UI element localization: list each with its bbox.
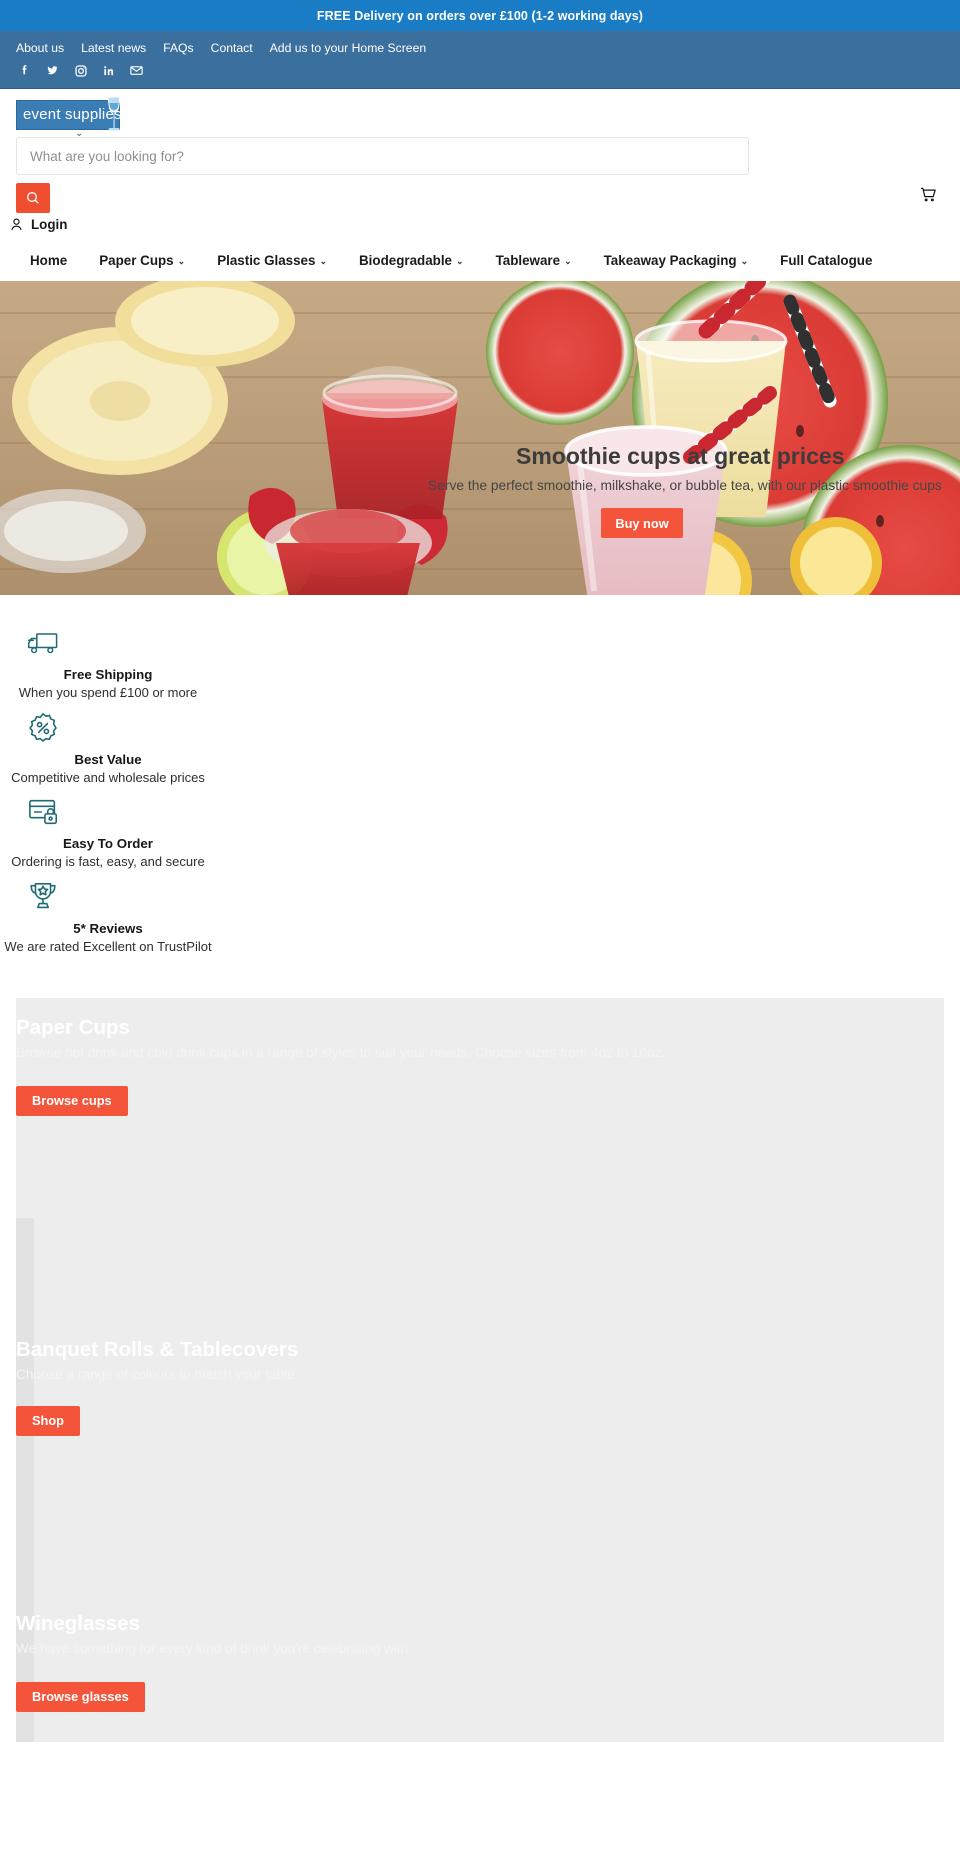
category-browse-glasses-button[interactable]: Browse glasses xyxy=(16,1681,145,1712)
feature-description: Competitive and wholesale prices xyxy=(11,769,205,785)
category-shop-button[interactable]: Shop xyxy=(16,1405,80,1436)
nav-label: Tableware xyxy=(495,253,561,268)
nav-item-full-catalogue[interactable]: Full Catalogue xyxy=(764,253,888,268)
instagram-icon[interactable] xyxy=(72,62,89,79)
utility-link-contact[interactable]: Contact xyxy=(211,41,253,55)
linkedin-icon[interactable] xyxy=(100,62,117,79)
nav-item-home[interactable]: Home xyxy=(14,253,83,268)
category-description: Browse hot drink and cold drink cups in … xyxy=(16,1044,666,1060)
chevron-down-icon: ⌄ xyxy=(564,256,572,266)
category-banquet-rolls[interactable]: Banquet Rolls & Tablecovers Choose a ran… xyxy=(16,1217,944,1486)
feature-description: Ordering is fast, easy, and secure xyxy=(11,854,205,870)
main-navigation: Home Paper Cups ⌄ Plastic Glasses ⌄ Biod… xyxy=(0,240,960,281)
twitter-icon[interactable] xyxy=(44,62,61,79)
social-links xyxy=(0,59,960,79)
feature-title: Best Value xyxy=(74,751,142,767)
site-logo[interactable]: event supplies xyxy=(16,96,130,131)
feature-easy-to-order: Easy To Order Ordering is fast, easy, an… xyxy=(0,792,216,871)
nav-label: Home xyxy=(30,253,68,268)
category-title: Paper Cups xyxy=(16,1015,130,1039)
feature-title: Easy To Order xyxy=(63,836,153,852)
feature-description: We are rated Excellent on TrustPilot xyxy=(4,938,212,954)
chevron-down-icon: ⌄ xyxy=(740,256,749,266)
category-title: Wineglasses xyxy=(16,1611,141,1635)
hero-banner[interactable]: Smoothie cups at great prices Serve the … xyxy=(0,281,960,595)
search-field-wrapper xyxy=(16,137,749,175)
secure-card-icon xyxy=(0,792,216,832)
chevron-down-icon: ⌄ xyxy=(319,256,327,266)
facebook-icon[interactable] xyxy=(16,62,33,79)
feature-description: When you spend £100 or more xyxy=(18,685,198,700)
category-sections: Paper Cups Browse hot drink and cold dri… xyxy=(0,997,960,1742)
site-header: event supplies ⌄ Login xyxy=(0,89,960,240)
category-description: Choose a range of colours to match your … xyxy=(16,1366,299,1382)
search-submit-button[interactable] xyxy=(16,183,50,213)
hero-image-smoothie-cups xyxy=(0,281,960,595)
email-icon[interactable] xyxy=(128,62,145,79)
announcement-bar: FREE Delivery on orders over £100 (1-2 w… xyxy=(0,0,960,31)
category-browse-cups-button[interactable]: Browse cups xyxy=(16,1085,128,1116)
nav-label: Plastic Glasses xyxy=(217,253,316,268)
feature-free-shipping: Free Shipping When you spend £100 or mor… xyxy=(0,623,216,702)
discount-badge-icon xyxy=(0,708,216,748)
champagne-glass-icon xyxy=(107,96,121,131)
utility-link-about-us[interactable]: About us xyxy=(16,41,64,55)
chevron-down-icon: ⌄ xyxy=(456,256,464,266)
category-wineglasses[interactable]: Wineglasses We have something for every … xyxy=(16,1485,944,1742)
nav-item-paper-cups[interactable]: Paper Cups ⌄ xyxy=(83,253,201,268)
hero-title: Smoothie cups at great prices xyxy=(516,443,845,469)
user-account-icon xyxy=(11,218,22,231)
delivery-truck-icon xyxy=(0,623,216,663)
feature-title: 5* Reviews xyxy=(73,920,143,936)
cart-button[interactable] xyxy=(915,181,941,207)
feature-reviews: 5* Reviews We are rated Excellent on Tru… xyxy=(0,877,216,956)
nav-label: Takeaway Packaging xyxy=(603,253,737,268)
nav-item-takeaway-packaging[interactable]: Takeaway Packaging ⌄ xyxy=(588,253,765,268)
category-title: Banquet Rolls & Tablecovers xyxy=(16,1337,299,1361)
hero-buy-now-button[interactable]: Buy now xyxy=(601,508,683,538)
search-input[interactable] xyxy=(16,137,749,175)
utility-link-faqs[interactable]: FAQs xyxy=(163,41,193,55)
nav-item-tableware[interactable]: Tableware ⌄ xyxy=(480,253,588,268)
search-icon xyxy=(27,192,39,204)
login-button[interactable]: Login xyxy=(8,216,67,233)
features-section: Free Shipping When you spend £100 or mor… xyxy=(0,595,960,998)
hero-text-block: Smoothie cups at great prices Serve the … xyxy=(428,443,960,493)
nav-item-biodegradable[interactable]: Biodegradable ⌄ xyxy=(343,253,480,268)
feature-title: Free Shipping xyxy=(63,667,153,682)
announcement-text: FREE Delivery on orders over £100 (1-2 w… xyxy=(316,8,644,23)
utility-links: About us Latest news FAQs Contact Add us… xyxy=(0,37,960,59)
utility-link-latest-news[interactable]: Latest news xyxy=(81,41,146,55)
shopping-cart-icon xyxy=(920,187,936,201)
nav-label: Paper Cups xyxy=(99,253,174,268)
feature-best-value: Best Value Competitive and wholesale pri… xyxy=(0,708,216,787)
chevron-down-icon: ⌄ xyxy=(177,256,186,266)
utility-link-add-to-home-screen[interactable]: Add us to your Home Screen xyxy=(270,41,427,55)
nav-item-plastic-glasses[interactable]: Plastic Glasses ⌄ xyxy=(201,253,343,268)
nav-label: Biodegradable xyxy=(359,253,453,268)
trophy-icon xyxy=(0,877,216,917)
login-label: Login xyxy=(31,217,68,232)
category-paper-cups[interactable]: Paper Cups Browse hot drink and cold dri… xyxy=(16,997,944,1218)
utility-bar: About us Latest news FAQs Contact Add us… xyxy=(0,31,960,89)
hero-subtitle: Serve the perfect smoothie, milkshake, o… xyxy=(428,478,942,493)
category-description: We have something for every kind of drin… xyxy=(16,1640,413,1656)
nav-label: Full Catalogue xyxy=(780,253,873,268)
